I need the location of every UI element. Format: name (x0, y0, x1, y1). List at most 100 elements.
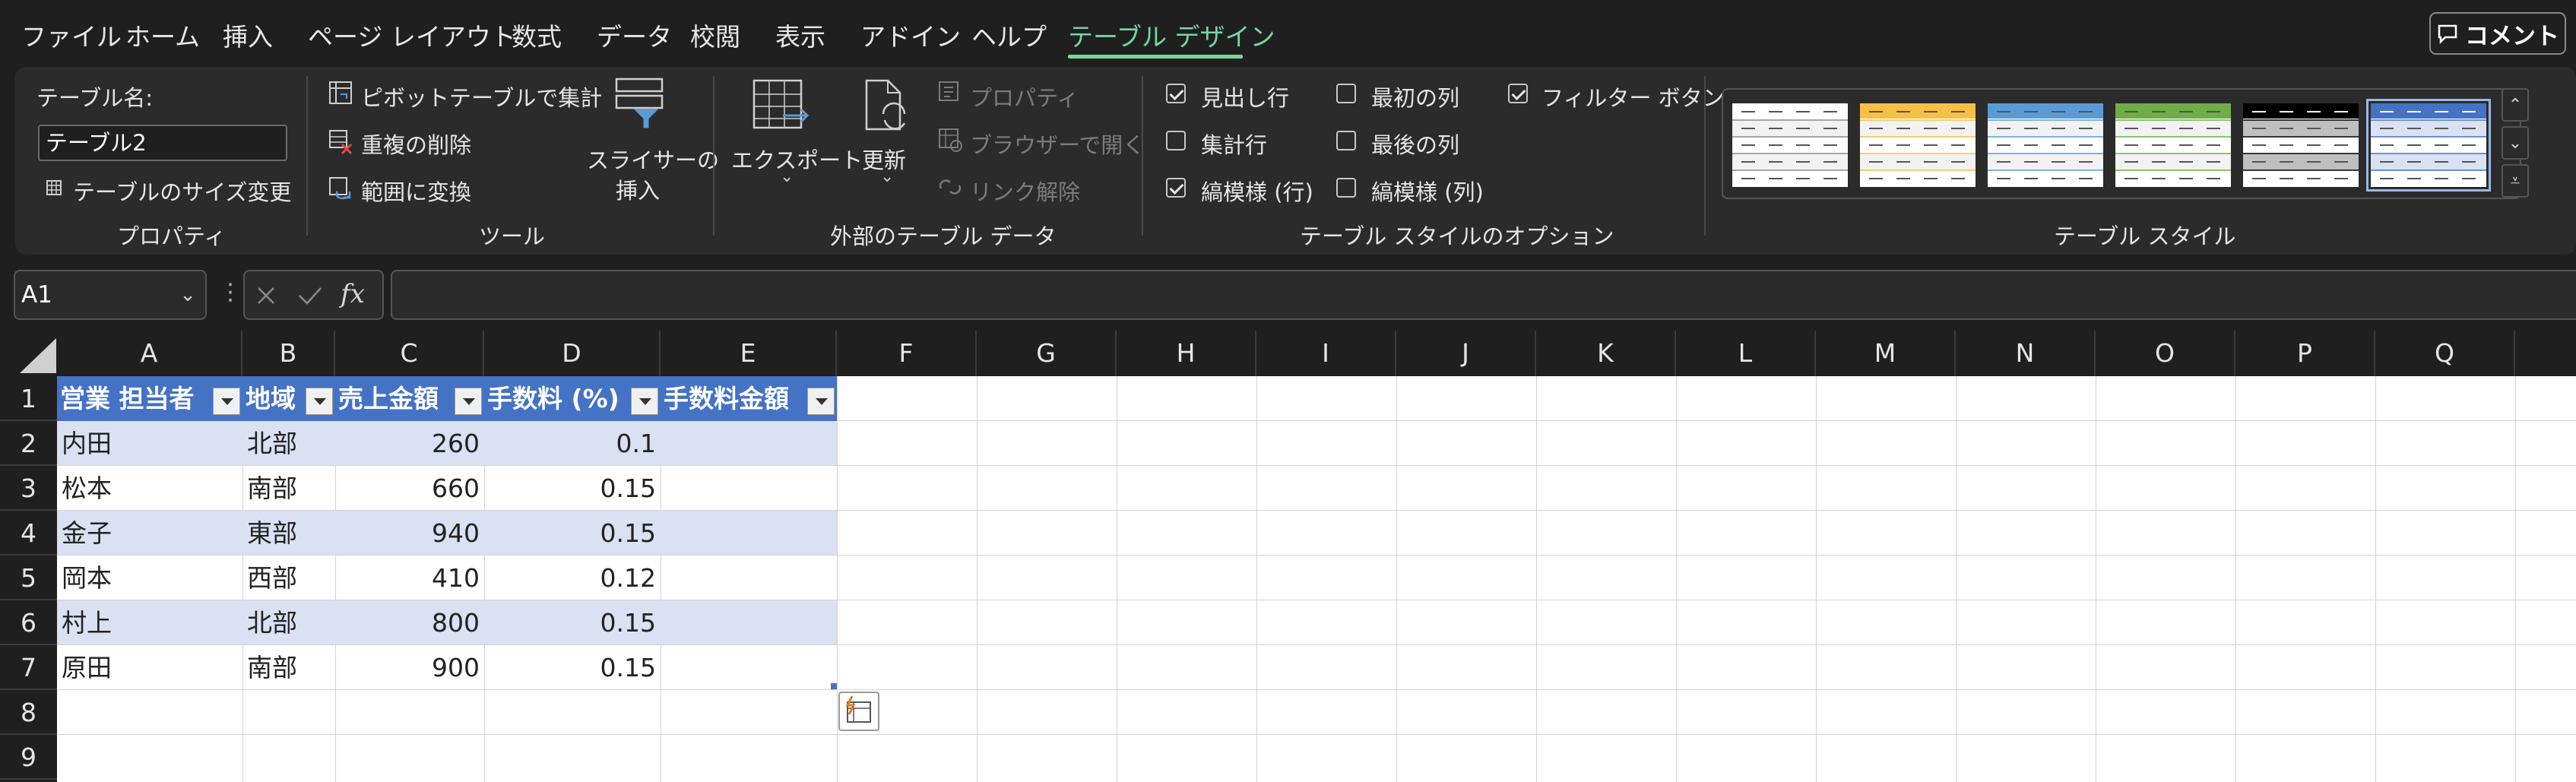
column-header[interactable]: O (2096, 331, 2235, 376)
table-style-swatch[interactable] (2115, 103, 2231, 187)
table-style-swatch[interactable] (1732, 103, 1848, 187)
column-header[interactable]: D (484, 331, 661, 376)
filter-dropdown-icon[interactable] (807, 388, 835, 415)
gallery-expand-icon[interactable]: ⩡ (2502, 164, 2529, 198)
first-column-checkbox[interactable] (1336, 84, 1356, 103)
tab-home[interactable]: ホーム (125, 17, 200, 53)
table-cell[interactable]: 0.1 (484, 421, 661, 466)
table-cell[interactable]: 金子 (57, 511, 242, 556)
table-cell[interactable] (661, 645, 837, 690)
column-header[interactable]: J (1396, 331, 1536, 376)
table-cell[interactable]: 西部 (242, 556, 335, 600)
column-header[interactable]: B (242, 331, 335, 376)
row-header[interactable]: 1 (0, 376, 57, 421)
filter-dropdown-icon[interactable] (455, 388, 482, 415)
worksheet-grid[interactable]: 営業 担当者 地域 売上金額 手数料 (%) 手数料金額 内田 北部 260 0… (57, 376, 2576, 782)
column-header[interactable]: K (1536, 331, 1676, 376)
table-cell[interactable]: 原田 (57, 645, 242, 690)
table-cell[interactable]: 内田 (57, 421, 242, 466)
tab-data[interactable]: データ (597, 17, 672, 53)
refresh-dropdown-icon[interactable]: ⌄ (880, 167, 894, 186)
column-header[interactable]: G (977, 331, 1117, 376)
table-cell[interactable] (661, 421, 837, 466)
table-cell[interactable]: 0.15 (484, 466, 661, 511)
tab-page-layout[interactable]: ページ レイアウト (308, 17, 516, 53)
select-all-icon[interactable] (8, 335, 58, 375)
cancel-icon[interactable] (254, 283, 278, 308)
name-box[interactable]: A1 ⌄ (14, 270, 207, 320)
pivot-table-button[interactable]: ピボットテーブルで集計 (361, 81, 602, 112)
table-cell[interactable]: 940 (335, 511, 484, 556)
table-cell[interactable]: 410 (335, 556, 484, 600)
unlink-button[interactable]: リンク解除 (970, 175, 1080, 207)
resize-table-button[interactable]: テーブルのサイズ変更 (73, 175, 291, 207)
filter-dropdown-icon[interactable] (306, 388, 333, 415)
name-box-dropdown-icon[interactable]: ⌄ (179, 271, 196, 318)
filter-dropdown-icon[interactable] (631, 388, 658, 415)
table-cell[interactable] (661, 466, 837, 511)
table-cell[interactable]: 北部 (242, 600, 335, 645)
table-cell[interactable] (661, 511, 837, 556)
table-cell[interactable]: 村上 (57, 600, 242, 645)
table-cell[interactable]: 260 (335, 421, 484, 466)
row-header[interactable]: 7 (0, 645, 57, 690)
tab-formulas[interactable]: 数式 (512, 17, 562, 53)
gallery-scroll-down-icon[interactable]: ⌄ (2502, 126, 2529, 160)
formula-input[interactable] (391, 270, 2576, 320)
properties-button[interactable]: プロパティ (970, 81, 1079, 112)
row-header[interactable]: 5 (0, 556, 57, 600)
table-cell[interactable]: 南部 (242, 645, 335, 690)
tab-view[interactable]: 表示 (775, 17, 825, 53)
export-button[interactable]: エクスポート (731, 143, 863, 175)
tab-insert[interactable]: 挿入 (223, 17, 273, 53)
total-row-checkbox[interactable] (1166, 131, 1186, 150)
table-cell[interactable] (661, 556, 837, 600)
column-header[interactable]: Q (2375, 331, 2515, 376)
table-style-swatch[interactable] (1860, 103, 1976, 187)
tab-addins[interactable]: アドイン (860, 17, 961, 53)
table-cell[interactable]: 0.12 (484, 556, 661, 600)
tab-review[interactable]: 校閲 (690, 17, 740, 53)
table-cell[interactable]: 660 (335, 466, 484, 511)
row-header[interactable]: 8 (0, 690, 57, 735)
table-name-input[interactable]: テーブル2 (38, 125, 287, 161)
table-cell[interactable]: 0.15 (484, 511, 661, 556)
row-header[interactable]: 6 (0, 600, 57, 645)
open-in-browser-button[interactable]: ブラウザーで開く (970, 128, 1145, 160)
table-cell[interactable]: 0.15 (484, 600, 661, 645)
header-row-checkbox[interactable] (1166, 84, 1186, 103)
table-cell[interactable]: 900 (335, 645, 484, 690)
column-header[interactable]: I (1256, 331, 1396, 376)
row-header[interactable]: 3 (0, 466, 57, 511)
column-header[interactable]: P (2235, 331, 2375, 376)
tab-file[interactable]: ファイル (21, 17, 122, 53)
row-header[interactable]: 4 (0, 511, 57, 556)
column-header[interactable]: H (1117, 331, 1256, 376)
table-style-swatch[interactable] (1988, 103, 2103, 187)
table-cell[interactable]: 0.15 (484, 645, 661, 690)
table-cell[interactable]: 北部 (242, 421, 335, 466)
row-header[interactable]: 9 (0, 735, 57, 780)
banded-columns-checkbox[interactable] (1336, 178, 1356, 198)
last-column-checkbox[interactable] (1336, 131, 1356, 150)
table-cell[interactable]: 松本 (57, 466, 242, 511)
table-cell[interactable] (661, 600, 837, 645)
comment-button[interactable]: コメント (2429, 12, 2566, 55)
row-header[interactable]: 2 (0, 421, 57, 466)
gallery-scroll-up-icon[interactable]: ⌃ (2502, 88, 2529, 122)
column-header[interactable]: N (1956, 331, 2096, 376)
table-style-swatch-selected[interactable] (2366, 99, 2491, 192)
filter-button-checkbox[interactable] (1508, 84, 1528, 103)
column-header[interactable]: E (661, 331, 837, 376)
table-resize-handle[interactable] (831, 683, 837, 689)
table-cell[interactable]: 岡本 (57, 556, 242, 600)
column-header[interactable]: A (57, 331, 242, 376)
table-cell[interactable]: 800 (335, 600, 484, 645)
quick-analysis-button[interactable] (838, 692, 879, 731)
table-cell[interactable]: 東部 (242, 511, 335, 556)
tab-table-design[interactable]: テーブル デザイン (1068, 17, 1275, 53)
column-header[interactable]: L (1676, 331, 1816, 376)
convert-to-range-button[interactable]: 範囲に変換 (361, 175, 471, 207)
formula-bar-grip-icon[interactable]: ⋮ (219, 279, 242, 306)
table-style-swatch[interactable] (2243, 103, 2359, 187)
